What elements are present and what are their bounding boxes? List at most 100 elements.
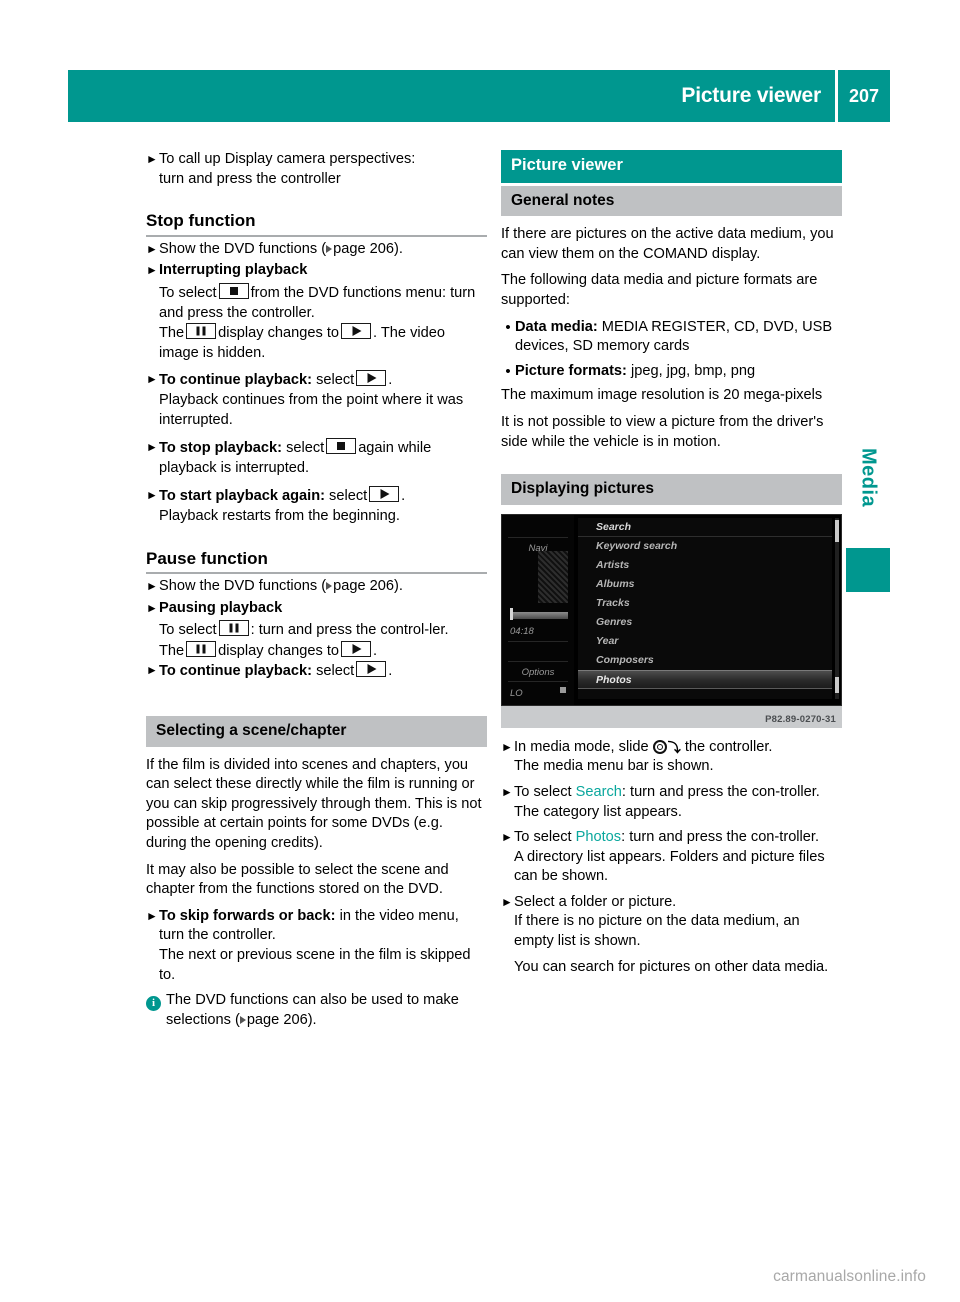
step-text: To select Photos: turn and press the con… bbox=[514, 828, 842, 887]
step-to-start-playback-again: ► To start playback again: select. Playba… bbox=[146, 486, 487, 526]
detail-text-b: : turn and press the control-ler. bbox=[250, 622, 449, 639]
step-slide-controller: ► In media mode, slide ⤵ the controller.… bbox=[501, 738, 842, 777]
menu-link-search[interactable]: Search bbox=[576, 784, 622, 800]
step-text-pre: Show the DVD functions ( bbox=[159, 578, 327, 595]
step-text: Interrupting playback bbox=[159, 262, 308, 279]
scene-chapter-paragraph-1: If the film is divided into scenes and c… bbox=[146, 756, 482, 852]
step-text-post: : turn and press the con-troller. bbox=[621, 783, 820, 800]
page-reference-link[interactable]: page 206 bbox=[247, 1012, 308, 1028]
step-text-bold: To continue playback: bbox=[159, 663, 312, 680]
general-notes-paragraph-2: The following data media and picture for… bbox=[501, 272, 818, 308]
footer-watermark: carmanualsonline.info bbox=[773, 1268, 926, 1285]
right-column: Picture viewer General notes If there ar… bbox=[501, 150, 842, 977]
bullet-label: Data media: bbox=[515, 318, 598, 335]
note-text: The DVD functions can also be used to ma… bbox=[166, 991, 487, 1030]
list-item-selected[interactable]: Photos bbox=[578, 669, 832, 689]
step-arrow-icon: ► bbox=[146, 663, 158, 678]
step-body-text: A directory list appears. Folders and pi… bbox=[514, 848, 825, 885]
step-arrow-icon: ► bbox=[501, 894, 513, 909]
detail-text-d: display changes to bbox=[218, 642, 340, 659]
play-button-icon bbox=[341, 640, 372, 657]
bullet-text: Picture formats: jpeg, jpg, bmp, png bbox=[515, 362, 842, 382]
step-text-pre: In media mode, slide bbox=[514, 738, 649, 755]
page-header: Picture viewer 207 bbox=[68, 70, 890, 122]
step-arrow-icon: ► bbox=[501, 739, 513, 754]
step-arrow-icon: ► bbox=[146, 600, 158, 615]
step-text: To stop playback: select again while playb… bbox=[159, 438, 487, 478]
side-tab-label: Media bbox=[857, 448, 880, 508]
detail-text-c: The bbox=[159, 642, 185, 659]
heading-pause-function: Pause function bbox=[146, 549, 487, 575]
playback-progress-bar bbox=[510, 611, 568, 619]
comand-status-label: LO bbox=[510, 687, 523, 699]
list-item[interactable]: Search bbox=[578, 518, 832, 537]
list-item[interactable]: Genres bbox=[578, 613, 832, 632]
comand-status-indicator-icon bbox=[560, 686, 566, 693]
page-reference-link[interactable]: page 206 bbox=[333, 578, 394, 594]
header-title-bar: Picture viewer bbox=[68, 70, 835, 122]
side-tab-media[interactable]: Media bbox=[846, 448, 890, 512]
step-text: Show the DVD functions (page 206). bbox=[159, 240, 487, 260]
page-reference-link[interactable]: page 206 bbox=[333, 241, 394, 257]
comand-left-panel: Navi 04:18 Options LO bbox=[502, 514, 574, 705]
list-item[interactable]: Albums bbox=[578, 575, 832, 594]
menu-link-photos[interactable]: Photos bbox=[576, 829, 621, 845]
page-number: 207 bbox=[838, 70, 890, 122]
step-select-photos: ► To select Photos: turn and press the c… bbox=[501, 828, 842, 887]
scrollbar-thumb-top[interactable] bbox=[835, 519, 839, 542]
bullet-data-media: • Data media: MEDIA REGISTER, CD, DVD, U… bbox=[501, 318, 842, 357]
page-ref-arrow-icon bbox=[239, 1015, 246, 1024]
step-arrow-icon: ► bbox=[146, 488, 158, 503]
scrollbar-thumb-bottom[interactable] bbox=[835, 676, 839, 693]
step-text-bold: To start playback again: bbox=[159, 488, 325, 505]
step-arrow-icon: ► bbox=[146, 440, 158, 455]
stop-button-icon bbox=[326, 438, 357, 455]
step-show-dvd-functions-stop: ► Show the DVD functions (page 206). bbox=[146, 240, 487, 260]
figure-caption-code: P82.89-0270-31 bbox=[765, 713, 836, 725]
list-item[interactable]: Keyword search bbox=[578, 537, 832, 556]
info-icon: i bbox=[146, 991, 166, 1012]
step-text: To call up Display camera perspectives: … bbox=[159, 150, 487, 189]
step-arrow-icon: ► bbox=[146, 241, 158, 256]
step-text-post: ). bbox=[393, 240, 403, 257]
panel-divider bbox=[508, 536, 568, 538]
page-title: Picture viewer bbox=[681, 84, 821, 107]
step-select-search: ► To select Search: turn and press the c… bbox=[501, 783, 842, 822]
figure-caption-bar: P82.89-0270-31 bbox=[501, 705, 842, 728]
step-text-post: the controller. bbox=[684, 738, 773, 755]
list-item[interactable]: Tracks bbox=[578, 594, 832, 613]
step-text-after: again while bbox=[358, 440, 432, 457]
step-text-after: . bbox=[388, 663, 393, 680]
step-text-plain: select bbox=[316, 372, 355, 389]
step-text-plain: select bbox=[329, 488, 368, 505]
step-text-bold: To skip forwards or back: bbox=[159, 907, 336, 924]
step-call-up-display-camera: ► To call up Display camera perspectives… bbox=[146, 150, 487, 189]
panel-divider bbox=[508, 680, 568, 682]
stop-button-icon bbox=[218, 282, 249, 299]
list-item[interactable]: Composers bbox=[578, 651, 832, 670]
heading-stop-function: Stop function bbox=[146, 211, 487, 237]
heading-general-notes: General notes bbox=[501, 185, 842, 217]
comand-scrollbar[interactable] bbox=[835, 517, 839, 699]
step-body-text: The category list appears. bbox=[514, 803, 682, 820]
page-ref-arrow-icon bbox=[326, 582, 333, 591]
step-text: Show the DVD functions (page 206). bbox=[159, 577, 487, 597]
step-text-after: . bbox=[388, 372, 393, 389]
step-skip-forwards-or-back: ► To skip forwards or back: in the video… bbox=[146, 907, 487, 985]
panel-divider bbox=[508, 660, 568, 662]
comand-options-label[interactable]: Options bbox=[502, 663, 574, 683]
bullet-label: Picture formats: bbox=[515, 362, 627, 379]
step-text-bold: To continue playback: bbox=[159, 372, 312, 389]
controller-icon bbox=[652, 739, 667, 754]
step-text: To select Search: turn and press the con… bbox=[514, 783, 842, 822]
bullet-text: Data media: MEDIA REGISTER, CD, DVD, USB… bbox=[515, 318, 842, 357]
bullet-dot-icon: • bbox=[505, 362, 511, 380]
side-tab-marker bbox=[846, 548, 890, 592]
play-button-icon bbox=[369, 486, 400, 503]
detail-text-d: display changes to bbox=[218, 325, 340, 342]
list-item[interactable]: Artists bbox=[578, 556, 832, 575]
list-item[interactable]: Year bbox=[578, 632, 832, 651]
note-text-post: ). bbox=[307, 1011, 317, 1028]
chapter-bar-picture-viewer: Picture viewer bbox=[501, 150, 842, 183]
step-to-continue-playback: ► To continue playback: select. Playback … bbox=[146, 370, 487, 430]
